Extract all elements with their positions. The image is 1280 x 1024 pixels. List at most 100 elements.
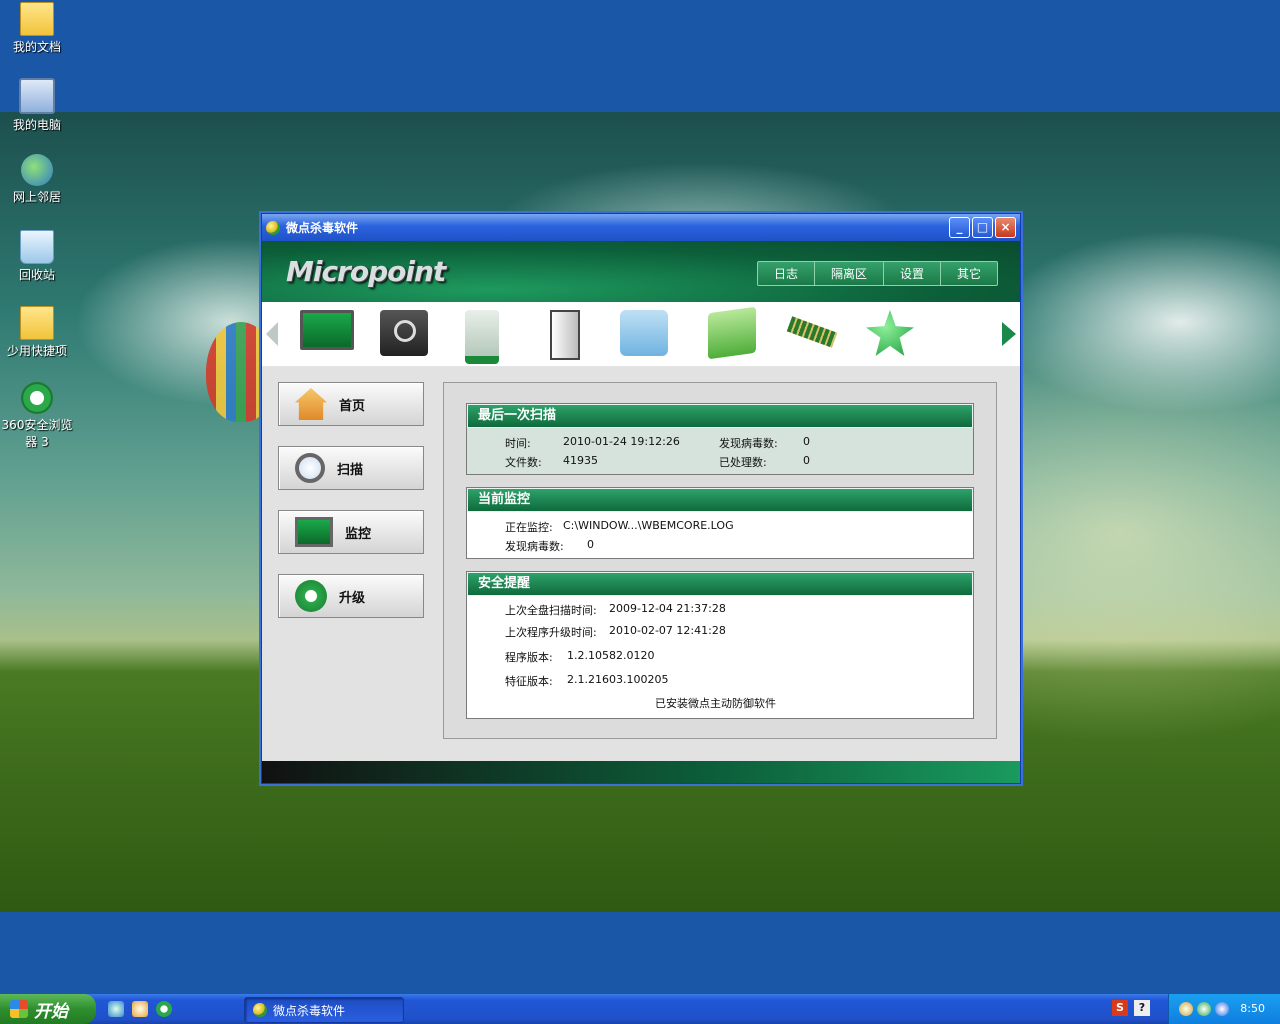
scan-found-value: 0 [803,435,810,448]
recycle-bin-icon [20,230,54,264]
browser-360-icon [21,382,53,414]
app-logo-icon [253,1003,267,1017]
monitor-icon[interactable] [300,310,354,350]
usb-drive-icon[interactable] [465,310,499,364]
computer-icon [19,78,55,114]
taskbar-app-button[interactable]: 微点杀毒软件 [244,997,404,1023]
scan-handled-label: 已处理数: [719,456,767,469]
folder-icon [20,2,54,36]
sidebar-monitor-button[interactable]: 监控 [278,510,424,554]
disk-scan-icon[interactable] [380,310,428,356]
sidebar-label: 扫描 [337,462,364,478]
last-upgrade-value: 2010-02-07 12:41:28 [609,624,726,637]
network-folder-icon[interactable] [620,310,668,356]
start-button[interactable]: 开始 [0,994,96,1024]
network-icon [21,154,53,186]
folder-icon [20,306,54,340]
refresh-icon [295,580,327,612]
window-titlebar[interactable]: 微点杀毒软件 _ □ × [262,214,1020,241]
monitoring-label: 正在监控: [505,521,553,534]
last-full-scan-value: 2009-12-04 21:37:28 [609,602,726,615]
sidebar-upgrade-button[interactable]: 升级 [278,574,424,618]
desktop-icon-my-documents[interactable]: 我的文档 [0,2,74,55]
desktop-icon-recycle-bin[interactable]: 回收站 [0,230,74,283]
tray-network-icon[interactable] [1179,1002,1193,1016]
monitor-icon [295,517,333,547]
micropoint-window: 微点杀毒软件 _ □ × Micropoint 日志 隔离区 设置 其它 首页 [261,213,1021,784]
last-upgrade-label: 上次程序升级时间: [505,626,597,639]
sidebar-label: 首页 [339,398,366,414]
quicklaunch-show-desktop-icon[interactable] [108,1001,124,1017]
minimize-button[interactable]: _ [949,217,970,238]
top-nav: 日志 隔离区 设置 其它 [756,261,998,286]
scan-files-label: 文件数: [505,456,542,469]
scroll-left-arrow-icon[interactable] [266,322,278,346]
memory-icon[interactable] [786,316,838,348]
nav-log[interactable]: 日志 [758,262,815,285]
start-label: 开始 [34,1001,68,1022]
scan-files-value: 41935 [563,454,598,467]
program-version-value: 1.2.10582.0120 [567,649,655,662]
scan-time-label: 时间: [505,437,531,450]
monitor-found-label: 发现病毒数: [505,540,564,553]
quicklaunch-media-icon[interactable] [132,1001,148,1017]
status-panel: 最后一次扫描 时间: 2010-01-24 19:12:26 发现病毒数: 0 … [443,382,997,739]
nav-quarantine[interactable]: 隔离区 [815,262,884,285]
system-tray: 8:50 [1168,994,1280,1024]
monitor-found-value: 0 [587,538,594,551]
desktop-icon-label: 360安全浏览器 3 [1,418,73,449]
quicklaunch-360-icon[interactable] [156,1001,172,1017]
current-monitor-section: 当前监控 正在监控: C:\WINDOW...\WBEMCORE.LOG 发现病… [466,487,974,559]
tray-micropoint-icon[interactable] [1197,1002,1211,1016]
desktop-icon-label: 网上邻居 [12,190,61,204]
installed-note: 已安装微点主动防御软件 [655,697,776,710]
monitoring-value: C:\WINDOW...\WBEMCORE.LOG [563,519,734,532]
desktop-icon-label: 我的文档 [12,40,61,54]
signature-version-value: 2.1.21603.100205 [567,673,669,686]
magnifier-icon [295,453,325,483]
section-title: 最后一次扫描 [467,404,973,428]
nav-settings[interactable]: 设置 [884,262,941,285]
nav-other[interactable]: 其它 [941,262,997,285]
sidebar-scan-button[interactable]: 扫描 [278,446,424,490]
tool-strip [262,302,1020,366]
sidebar-label: 监控 [345,526,372,542]
desktop-icon-label: 少用快捷项 [6,344,67,358]
main-content: 首页 扫描 监控 升级 最后一次扫描 时间: 2010-01-24 19:12:… [262,367,1020,761]
desktop-icon-my-computer[interactable]: 我的电脑 [0,78,74,133]
sidebar-home-button[interactable]: 首页 [278,382,424,426]
desktop-icon-network[interactable]: 网上邻居 [0,154,74,205]
taskbar: 开始 微点杀毒软件 S ? 8:50 [0,994,1280,1024]
desktop-icon-shortcuts[interactable]: 少用快捷项 [0,306,74,359]
last-scan-section: 最后一次扫描 时间: 2010-01-24 19:12:26 发现病毒数: 0 … [466,403,974,475]
clock: 8:50 [1240,1002,1265,1015]
section-title: 安全提醒 [467,572,973,596]
ime-sogou-icon[interactable]: S [1112,1000,1128,1016]
window-title: 微点杀毒软件 [286,221,359,235]
desktop-icon-label: 我的电脑 [12,118,61,132]
sidebar-label: 升级 [339,590,366,606]
home-icon [295,388,327,420]
desktop-icon-360-browser[interactable]: 360安全浏览器 3 [0,382,74,450]
green-folder-icon[interactable] [708,306,756,360]
program-version-label: 程序版本: [505,651,553,664]
taskbar-app-label: 微点杀毒软件 [273,1003,346,1018]
scroll-right-arrow-icon[interactable] [1002,322,1016,346]
app-logo-icon [266,220,280,235]
desktop-icon-label: 回收站 [18,268,55,282]
help-icon[interactable]: ? [1134,1000,1150,1016]
scan-time-value: 2010-01-24 19:12:26 [563,435,680,448]
star-icon[interactable] [866,310,914,356]
brand-logo: Micropoint [286,255,446,288]
maximize-button[interactable]: □ [972,217,993,238]
section-title: 当前监控 [467,488,973,512]
window-footer-bar [262,761,1020,783]
tray-ie-icon[interactable] [1215,1002,1229,1016]
scan-found-label: 发现病毒数: [719,437,778,450]
door-icon[interactable] [550,310,580,360]
windows-flag-icon [10,1000,28,1018]
security-reminder-section: 安全提醒 上次全盘扫描时间: 2009-12-04 21:37:28 上次程序升… [466,571,974,719]
scan-handled-value: 0 [803,454,810,467]
last-full-scan-label: 上次全盘扫描时间: [505,604,597,617]
close-button[interactable]: × [995,217,1016,238]
